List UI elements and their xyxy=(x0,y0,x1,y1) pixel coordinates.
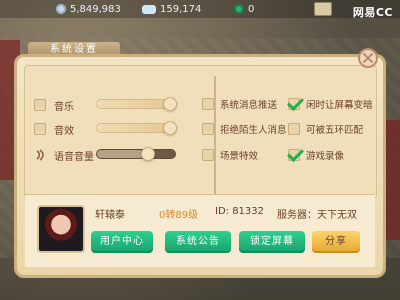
user-center-button[interactable]: 用户中心 xyxy=(91,231,153,253)
game-recording-checkbox[interactable] xyxy=(288,149,300,161)
scene-effects-label: 场景特效 xyxy=(220,151,259,162)
sfx-label: 音效 xyxy=(54,125,74,137)
lock-screen-button[interactable]: 锁定屏幕 xyxy=(239,231,305,253)
music-row: 音乐 xyxy=(34,96,100,114)
option-scene-effects[interactable]: 场景特效 xyxy=(202,147,258,163)
close-button[interactable] xyxy=(358,48,378,68)
voice-row: 语音音量 xyxy=(34,146,100,164)
ring-match-checkbox[interactable] xyxy=(288,123,300,135)
voice-slider[interactable] xyxy=(96,147,176,161)
option-dim-screen[interactable]: 闲时让屏幕变暗 xyxy=(288,96,373,112)
announcement-button[interactable]: 系统公告 xyxy=(165,231,231,253)
coin-resource: 5,849,983 xyxy=(56,4,121,15)
system-push-checkbox[interactable] xyxy=(202,98,214,110)
player-id: ID: 81332 xyxy=(215,206,265,217)
scene-effects-checkbox[interactable] xyxy=(202,149,214,161)
coin-icon xyxy=(56,4,66,14)
top-status-bar: 5,849,983 159,174 0 网易CC xyxy=(0,0,400,19)
jade-value: 0 xyxy=(248,3,255,15)
reject-strangers-label: 拒绝陌生人消息 xyxy=(220,125,287,136)
avatar[interactable] xyxy=(37,205,85,253)
player-name: 轩辕泰 xyxy=(95,210,125,221)
dim-screen-checkbox[interactable] xyxy=(288,98,300,110)
option-reject-strangers[interactable]: 拒绝陌生人消息 xyxy=(202,121,287,137)
close-icon xyxy=(363,53,373,63)
panel-divider xyxy=(214,76,216,200)
voice-label: 语音音量 xyxy=(54,151,94,163)
reject-strangers-checkbox[interactable] xyxy=(202,123,214,135)
brand-watermark: 网易CC xyxy=(352,6,393,19)
jade-icon xyxy=(234,4,244,14)
player-level: 0转89级 xyxy=(159,210,199,221)
sfx-slider[interactable] xyxy=(96,121,177,135)
option-game-recording[interactable]: 游戏录像 xyxy=(288,147,344,163)
music-slider[interactable] xyxy=(96,97,177,111)
ring-match-label: 可被五环匹配 xyxy=(306,125,364,136)
coin-value: 5,849,983 xyxy=(70,3,121,15)
music-label: 音乐 xyxy=(54,101,74,113)
share-button[interactable]: 分享 xyxy=(312,231,360,253)
option-ring-match[interactable]: 可被五环匹配 xyxy=(288,121,363,137)
player-server: 服务器：天下无双 xyxy=(277,210,357,221)
option-system-push[interactable]: 系统消息推送 xyxy=(202,96,277,112)
silver-resource: 159,174 xyxy=(142,4,201,15)
sfx-slider-knob[interactable] xyxy=(163,121,177,135)
sfx-checkbox[interactable] xyxy=(34,123,46,135)
system-push-label: 系统消息推送 xyxy=(220,100,278,111)
account-section: 轩辕泰 0转89级 ID: 81332 服务器：天下无双 用户中心 系统公告 锁… xyxy=(25,194,375,267)
silver-icon xyxy=(142,4,156,14)
voice-slider-fill xyxy=(97,150,144,158)
dim-screen-label: 闲时让屏幕变暗 xyxy=(306,100,373,111)
sfx-row: 音效 xyxy=(34,120,100,138)
silver-value: 159,174 xyxy=(160,3,202,15)
voice-volume-icon xyxy=(36,149,44,161)
chest-icon[interactable] xyxy=(314,2,332,16)
music-checkbox[interactable] xyxy=(34,99,46,111)
jade-resource: 0 xyxy=(234,4,254,15)
game-recording-label: 游戏录像 xyxy=(306,151,345,162)
voice-slider-knob[interactable] xyxy=(141,147,155,161)
music-slider-knob[interactable] xyxy=(163,97,177,111)
